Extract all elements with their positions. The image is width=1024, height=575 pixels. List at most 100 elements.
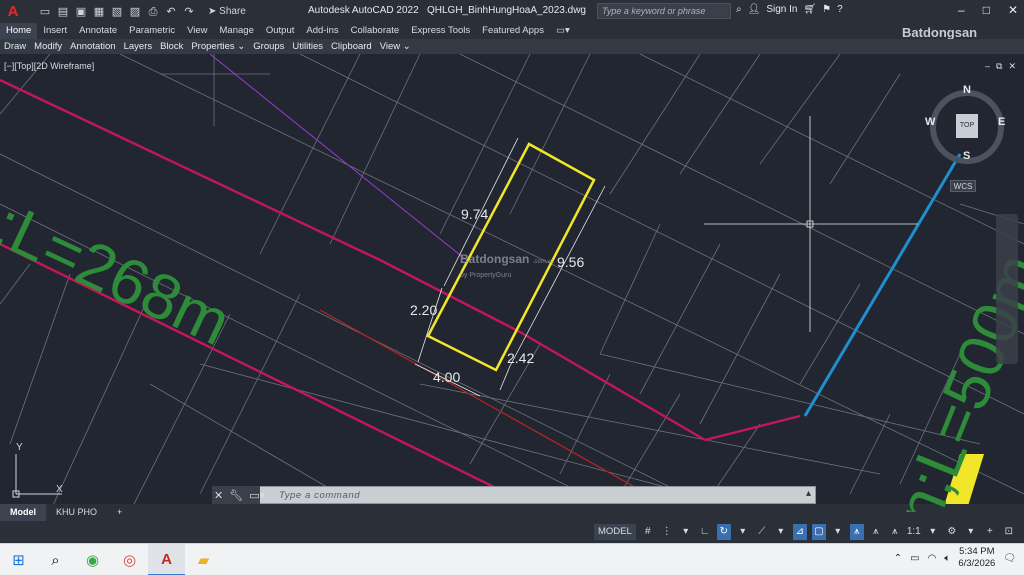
cart-icon[interactable]: 🛒︎	[803, 4, 816, 15]
model-space-button[interactable]: MODEL	[594, 524, 636, 540]
panel-block[interactable]: Block	[156, 39, 187, 54]
tab-featured-apps[interactable]: Featured Apps	[476, 23, 550, 39]
panel-view[interactable]: View ⌄	[376, 39, 415, 54]
viewcube-top-face[interactable]: TOP	[956, 114, 978, 138]
new-icon[interactable]: ▭	[38, 5, 52, 19]
dropdown-icon[interactable]: ▾	[831, 524, 845, 540]
customize-icon[interactable]: 🔧︎	[229, 489, 243, 502]
compass-west[interactable]: W	[925, 116, 935, 128]
panel-properties[interactable]: Properties ⌄	[187, 39, 249, 54]
viewport-close-icon[interactable]: ✕	[1008, 61, 1016, 72]
open-web-icon[interactable]: ▧	[110, 5, 124, 19]
undo-icon[interactable]: ↶	[164, 5, 178, 19]
tab-khu-pho[interactable]: KHU PHO	[46, 504, 107, 521]
panel-annotation[interactable]: Annotation	[66, 39, 119, 54]
title-bar-right: ⌕ 👤︎ Sign In 🛒︎ ⚑ ?	[736, 4, 843, 15]
compass-north[interactable]: N	[963, 84, 971, 96]
ribbon-toggle-icon[interactable]: ▭▾	[550, 23, 576, 39]
viewcube[interactable]: N S E W TOP	[925, 84, 1005, 164]
minimize-icon[interactable]: –	[958, 3, 965, 17]
autocad-taskbar-icon[interactable]: A	[148, 544, 185, 575]
panel-properties-label: Properties	[191, 41, 235, 52]
battery-icon[interactable]: ▭	[910, 553, 919, 564]
panel-groups[interactable]: Groups	[249, 39, 288, 54]
add-layout-icon[interactable]: +	[107, 504, 132, 521]
tab-view[interactable]: View	[181, 23, 213, 39]
object-snap-icon[interactable]: ▢	[811, 524, 826, 540]
annotation-scale-value[interactable]: 1:1	[907, 524, 921, 540]
coccoc-browser-icon[interactable]: ◉	[74, 544, 111, 575]
drawing-canvas[interactable]: [−][Top][2D Wireframe] – ⧉ ✕ Y X n;L=268…	[0, 54, 1024, 512]
user-icon[interactable]: 👤︎	[748, 4, 761, 15]
osnap-icon[interactable]: ⊿	[792, 524, 807, 540]
gear-icon[interactable]: ⚙	[945, 524, 959, 540]
save-web-icon[interactable]: ▨	[128, 5, 142, 19]
ortho-icon[interactable]: ∟	[698, 524, 712, 540]
redo-icon[interactable]: ↷	[182, 5, 196, 19]
notification-icon[interactable]: 🗨︎	[1003, 553, 1016, 564]
open-icon[interactable]: ▤	[56, 5, 70, 19]
panel-utilities[interactable]: Utilities	[288, 39, 327, 54]
navigation-bar[interactable]	[996, 214, 1018, 364]
dropdown-icon[interactable]: ▾	[774, 524, 788, 540]
save-icon[interactable]: ▣	[74, 5, 88, 19]
help-icon[interactable]: ?	[837, 4, 843, 15]
tab-home[interactable]: Home	[0, 23, 38, 39]
tab-parametric[interactable]: Parametric	[123, 23, 181, 39]
annotation-visibility-icon[interactable]: ⩚	[849, 524, 864, 540]
tab-add-ins[interactable]: Add-ins	[300, 23, 344, 39]
viewport-minimize-icon[interactable]: –	[985, 61, 990, 72]
viewport-restore-icon[interactable]: ⧉	[996, 61, 1002, 72]
command-line[interactable]: Type a command ▴	[212, 486, 816, 504]
dropdown-icon[interactable]: ▾	[736, 524, 750, 540]
tab-express-tools[interactable]: Express Tools	[405, 23, 476, 39]
saveas-icon[interactable]: ▦	[92, 5, 106, 19]
command-input[interactable]: Type a command	[279, 490, 360, 501]
autocad-logo-icon[interactable]: A	[4, 3, 22, 21]
windows-start-icon[interactable]: ⊞	[0, 544, 37, 575]
units-icon[interactable]: ⊡	[1002, 524, 1016, 540]
tab-manage[interactable]: Manage	[214, 23, 260, 39]
plus-icon[interactable]: +	[983, 524, 997, 540]
search-icon[interactable]: ⌕	[37, 544, 74, 575]
connect-icon[interactable]: ⚑	[822, 4, 831, 15]
dropdown-icon[interactable]: ▾	[964, 524, 978, 540]
file-explorer-icon[interactable]: ▰	[185, 544, 222, 575]
tab-output[interactable]: Output	[260, 23, 301, 39]
sign-in-button[interactable]: Sign In	[766, 4, 797, 15]
isodraft-icon[interactable]: ⟋	[755, 524, 769, 540]
auto-scale-icon[interactable]: ⩚	[888, 524, 902, 540]
chevron-up-icon[interactable]: ⌃	[894, 553, 902, 564]
command-history-icon[interactable]: ▴	[806, 488, 811, 499]
volume-icon[interactable]: 🔈︎	[944, 553, 950, 564]
clock[interactable]: 5:34 PM 6/3/2026	[958, 546, 995, 570]
plot-icon[interactable]: ⎙	[146, 5, 160, 19]
search-icon[interactable]: ⌕	[736, 4, 742, 15]
tab-insert[interactable]: Insert	[37, 23, 73, 39]
tab-collaborate[interactable]: Collaborate	[345, 23, 406, 39]
compass-east[interactable]: E	[998, 116, 1005, 128]
panel-draw[interactable]: Draw	[0, 39, 30, 54]
annotation-scale-icon[interactable]: ⩚	[869, 524, 883, 540]
close-command-icon[interactable]: ✕	[214, 489, 223, 502]
polar-icon[interactable]: ↻	[716, 524, 731, 540]
share-button[interactable]: ➤ Share	[208, 6, 246, 17]
viewport-controls-label[interactable]: [−][Top][2D Wireframe]	[4, 61, 94, 71]
snap-icon[interactable]: ⋮	[660, 524, 674, 540]
tab-annotate[interactable]: Annotate	[73, 23, 123, 39]
chrome-icon[interactable]: ◎	[111, 544, 148, 575]
wifi-icon[interactable]: ◠	[928, 553, 937, 564]
close-icon[interactable]: ✕	[1008, 3, 1018, 17]
wcs-menu[interactable]: WCS	[950, 180, 976, 192]
tab-model[interactable]: Model	[0, 504, 46, 521]
compass-south[interactable]: S	[963, 150, 970, 162]
panel-clipboard[interactable]: Clipboard	[327, 39, 376, 54]
dropdown-icon[interactable]: ▾	[926, 524, 940, 540]
panel-layers[interactable]: Layers	[120, 39, 157, 54]
panel-modify[interactable]: Modify	[30, 39, 66, 54]
maximize-icon[interactable]: □	[983, 3, 990, 17]
command-prompt-icon[interactable]: ▭▾	[249, 489, 265, 502]
dropdown-icon[interactable]: ▾	[679, 524, 693, 540]
grid-icon[interactable]: #	[641, 524, 655, 540]
search-input[interactable]: Type a keyword or phrase	[597, 3, 731, 19]
